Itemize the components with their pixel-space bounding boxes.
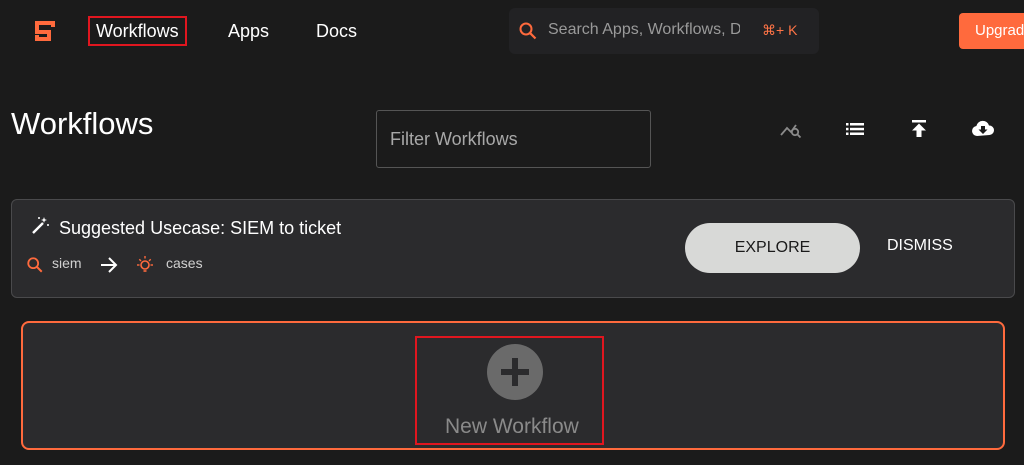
explore-button[interactable]: EXPLORE [685,223,860,273]
list-icon[interactable] [843,117,867,141]
lightbulb-icon [135,255,155,278]
top-navbar: Workflows Apps Docs Search Apps, Workflo… [0,0,1024,62]
trend-search-icon[interactable] [779,117,803,141]
new-workflow-label[interactable]: New Workflow [445,415,579,439]
cloud-download-icon[interactable] [971,117,995,141]
usecase-title: Suggested Usecase: SIEM to ticket [59,218,342,238]
usecase-source-label: siem [52,255,82,271]
arrow-right-icon [98,254,120,279]
plus-circle-icon[interactable] [487,344,543,400]
new-workflow-card[interactable]: New Workflow [21,321,1005,450]
search-icon [26,256,44,277]
global-search-input[interactable]: Search Apps, Workflows, Docs ⌘+ K [509,8,819,54]
search-shortcut: ⌘+ K [762,22,798,38]
dismiss-button[interactable]: DISMISS [887,237,953,255]
usecase-target-label: cases [166,255,203,271]
page-title: Workflows [11,106,154,141]
filter-placeholder: Filter Workflows [390,129,518,149]
nav-workflows-link[interactable]: Workflows [88,16,187,46]
nav-docs-link[interactable]: Docs [316,20,357,42]
suggested-usecase-card: Suggested Usecase: SIEM to ticket siem c… [11,199,1015,298]
nav-apps-link[interactable]: Apps [228,20,269,42]
search-placeholder: Search Apps, Workflows, Docs [548,21,740,38]
magic-wand-icon [30,216,50,241]
filter-workflows-input[interactable]: Filter Workflows [376,110,651,168]
shuffle-logo-icon[interactable] [33,19,57,43]
upload-icon[interactable] [907,117,931,141]
search-icon [518,21,538,46]
upgrade-button[interactable]: Upgrade [959,13,1024,49]
